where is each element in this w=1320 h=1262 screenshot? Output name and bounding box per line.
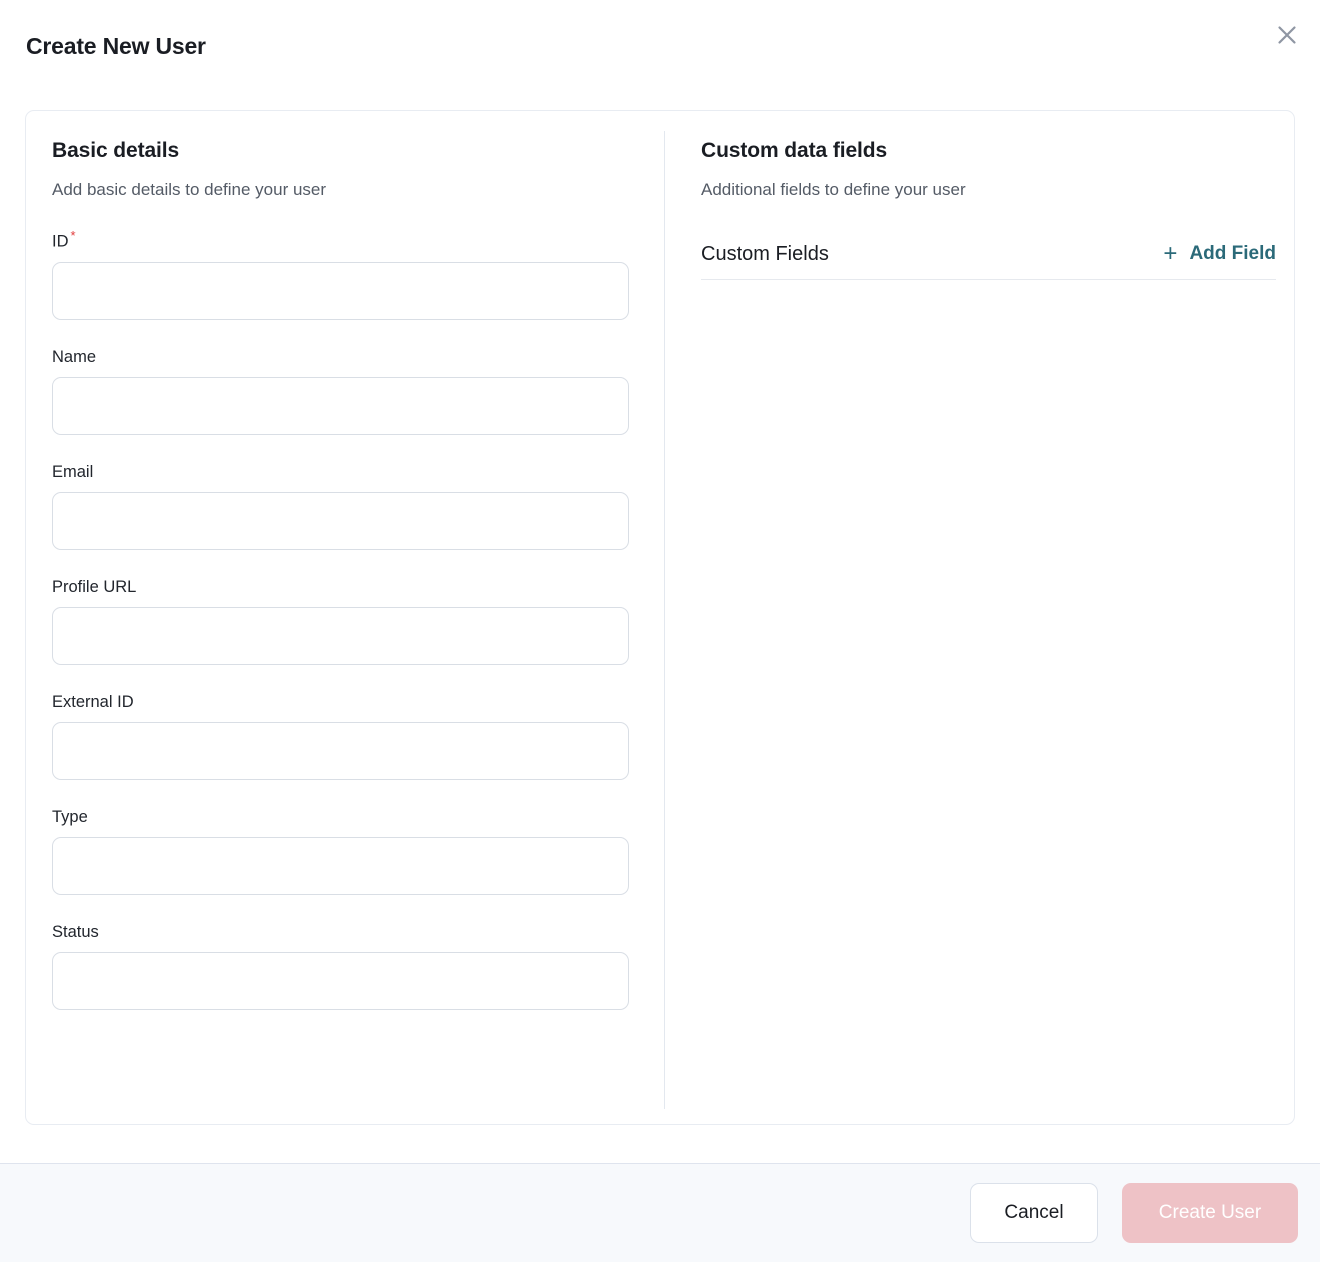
basic-details-heading: Basic details: [52, 139, 664, 163]
field-status: Status: [52, 923, 664, 1010]
custom-fields-list: [701, 280, 1276, 290]
create-user-button[interactable]: Create User: [1122, 1183, 1298, 1243]
custom-fields-header-row: Custom Fields + Add Field: [701, 242, 1276, 266]
email-input[interactable]: [52, 492, 629, 550]
cancel-button[interactable]: Cancel: [970, 1183, 1098, 1243]
required-asterisk: *: [71, 228, 76, 243]
field-email: Email: [52, 463, 664, 550]
name-input[interactable]: [52, 377, 629, 435]
basic-details-subtitle: Add basic details to define your user: [52, 180, 664, 200]
form-card: Basic details Add basic details to defin…: [25, 110, 1295, 1125]
field-profile-url: Profile URL: [52, 578, 664, 665]
field-name: Name: [52, 348, 664, 435]
modal-footer: Cancel Create User: [0, 1163, 1320, 1262]
custom-fields-heading: Custom data fields: [701, 139, 1276, 163]
custom-fields-label: Custom Fields: [701, 243, 829, 266]
create-user-modal: Create New User Basic details Add basic …: [0, 0, 1320, 1262]
modal-header: Create New User: [0, 0, 1320, 110]
modal-body: Basic details Add basic details to defin…: [0, 110, 1320, 1163]
field-id: ID*: [52, 228, 664, 320]
plus-icon: +: [1163, 242, 1177, 266]
profile-url-input[interactable]: [52, 607, 629, 665]
add-field-label: Add Field: [1189, 243, 1276, 265]
field-label-profile-url: Profile URL: [52, 578, 664, 597]
field-label-external-id: External ID: [52, 693, 664, 712]
custom-fields-subtitle: Additional fields to define your user: [701, 180, 1276, 200]
basic-details-section: Basic details Add basic details to defin…: [26, 111, 664, 1124]
add-field-button[interactable]: + Add Field: [1163, 242, 1276, 266]
page-title: Create New User: [26, 33, 206, 60]
field-label-id: ID*: [52, 228, 664, 252]
field-label-name: Name: [52, 348, 664, 367]
type-input[interactable]: [52, 837, 629, 895]
field-label-status: Status: [52, 923, 664, 942]
close-icon: [1276, 24, 1298, 46]
field-external-id: External ID: [52, 693, 664, 780]
status-input[interactable]: [52, 952, 629, 1010]
id-input[interactable]: [52, 262, 629, 320]
close-button[interactable]: [1268, 16, 1306, 54]
custom-data-fields-section: Custom data fields Additional fields to …: [665, 111, 1298, 1124]
field-label-type: Type: [52, 808, 664, 827]
external-id-input[interactable]: [52, 722, 629, 780]
field-type: Type: [52, 808, 664, 895]
field-label-email: Email: [52, 463, 664, 482]
